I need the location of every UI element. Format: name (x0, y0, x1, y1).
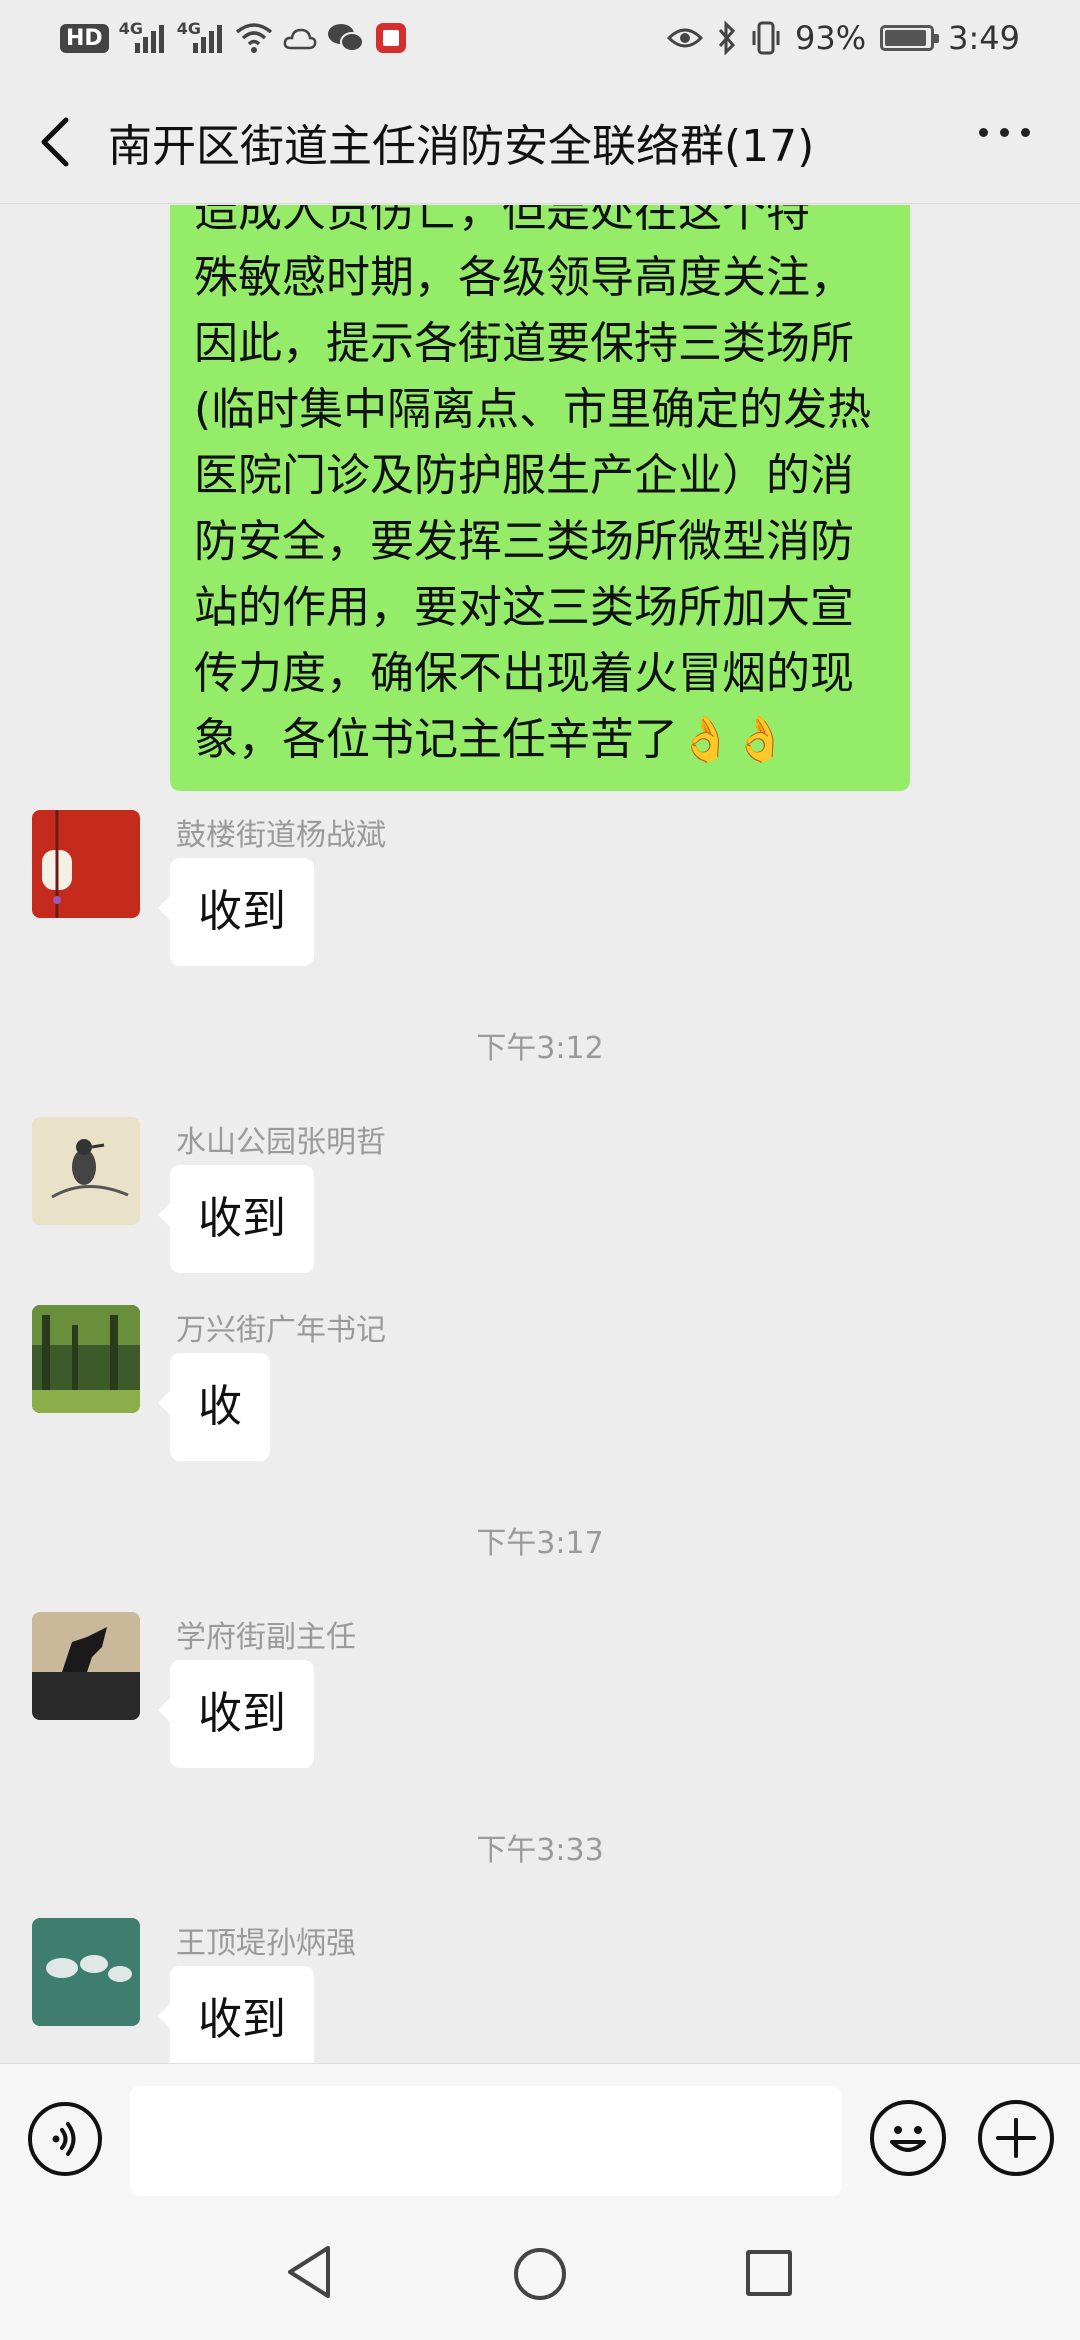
sender-name: 万兴街广年书记 (176, 1313, 386, 1348)
message-bubble[interactable]: 收到 (158, 1966, 314, 2063)
own-message-text: 造成人员伤亡，但是处在这个特 殊敏感时期，各级领导高度关注， 因此，提示各街道要… (194, 205, 872, 765)
ok-hand-emoji: 👌👌 (678, 714, 788, 765)
clock: 3:49 (948, 19, 1020, 57)
message-bubble[interactable]: 收到 (158, 858, 314, 966)
chat-header: 南开区街道主任消防安全联络群(17) (0, 76, 1080, 204)
chevron-left-icon[interactable] (32, 114, 78, 170)
sender-name: 水山公园张明哲 (176, 1125, 386, 1160)
message-bubble[interactable]: 收 (158, 1353, 270, 1461)
status-bar: HD 4G 4G 93% 3:49 (0, 0, 1080, 76)
sender-name: 王顶堤孙炳强 (176, 1926, 356, 1961)
own-message-bubble[interactable]: 造成人员伤亡，但是处在这个特 殊敏感时期，各级领导高度关注， 因此，提示各街道要… (170, 205, 910, 791)
avatar[interactable] (32, 1918, 140, 2026)
weather-icon (283, 28, 317, 50)
emoji-icon[interactable] (870, 2100, 946, 2176)
input-bar (0, 2063, 1080, 2218)
wifi-icon (235, 23, 272, 53)
nav-home-icon[interactable] (514, 2248, 566, 2300)
bluetooth-icon (718, 21, 736, 55)
eye-icon (667, 28, 704, 48)
sender-name: 学府街副主任 (176, 1620, 356, 1655)
signal-icon: 4G (177, 19, 225, 57)
avatar[interactable] (32, 1305, 140, 1413)
status-left: HD 4G 4G (60, 18, 407, 58)
chat-title: 南开区街道主任消防安全联络群(17) (108, 121, 815, 172)
more-dots-icon[interactable] (979, 128, 1030, 137)
vibrate-icon (752, 21, 780, 55)
nav-recent-icon[interactable] (746, 2250, 792, 2296)
avatar[interactable] (32, 1117, 140, 1225)
signal-icon: 4G (119, 19, 167, 57)
message-bubble[interactable]: 收到 (158, 1165, 314, 1273)
app-icon (375, 23, 406, 53)
timestamp: 下午3:33 (476, 1833, 604, 1868)
avatar[interactable] (32, 810, 140, 918)
battery-icon (880, 25, 940, 51)
nav-back-icon[interactable] (284, 2242, 334, 2302)
voice-icon[interactable] (28, 2102, 102, 2176)
status-right: 93% 3:49 (667, 16, 1020, 60)
plus-icon[interactable] (978, 2100, 1054, 2176)
system-nav-bar (0, 2218, 1080, 2340)
timestamp: 下午3:17 (476, 1526, 604, 1561)
sender-name: 鼓楼街道杨战斌 (176, 818, 386, 853)
message-input[interactable] (130, 2086, 842, 2196)
hd-icon: HD (60, 23, 109, 53)
avatar[interactable] (32, 1612, 140, 1720)
timestamp: 下午3:12 (476, 1031, 604, 1066)
battery-percent: 93% (795, 19, 867, 57)
wechat-icon (327, 24, 364, 52)
message-bubble[interactable]: 收到 (158, 1660, 314, 1768)
chat-area[interactable]: 造成人员伤亡，但是处在这个特 殊敏感时期，各级领导高度关注， 因此，提示各街道要… (0, 205, 1080, 2063)
